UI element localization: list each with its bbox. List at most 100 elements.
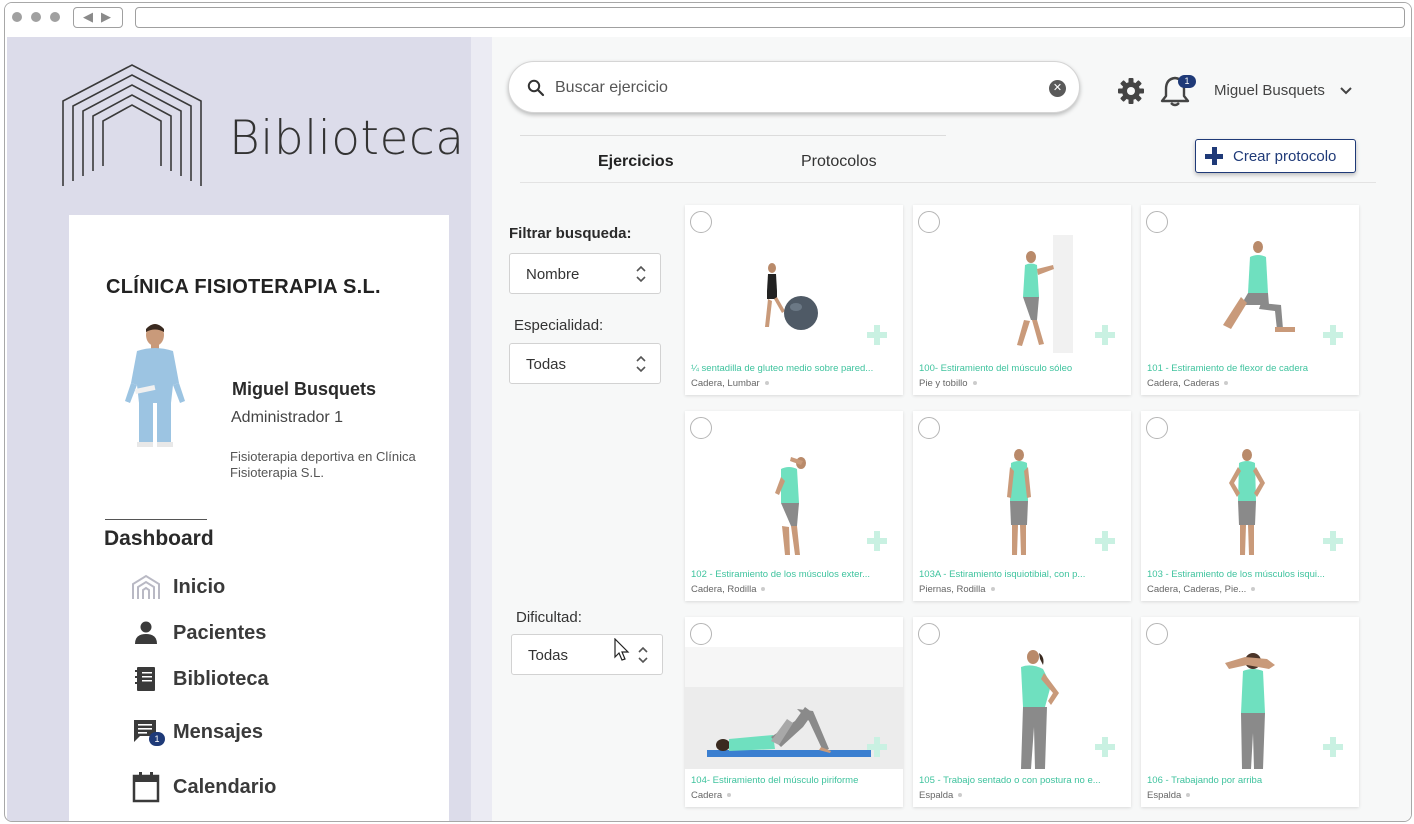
back-icon[interactable]: ◀ (83, 9, 93, 25)
url-bar[interactable] (135, 7, 1405, 28)
select-radio[interactable] (1146, 417, 1168, 439)
specialty-label: Especialidad: (514, 317, 604, 334)
sidebar-item-label: Calendario (173, 775, 277, 798)
select-radio[interactable] (690, 623, 712, 645)
book-icon (131, 664, 163, 694)
chevron-down-icon (1340, 86, 1352, 94)
sidebar-item-label: Inicio (173, 575, 226, 598)
sidebar-item-pacientes[interactable]: Pacientes (131, 618, 266, 648)
exercise-card[interactable]: 101 - Estiramiento de flexor de cadera C… (1141, 205, 1359, 395)
select-radio[interactable] (690, 211, 712, 233)
sidebar: Biblioteca CLÍNICA FISIOTERAPIA S.L. Mig… (7, 37, 471, 821)
select-radio[interactable] (1146, 211, 1168, 233)
notification-badge: 1 (1178, 75, 1196, 88)
tab-ejercicios[interactable]: Ejercicios (598, 153, 674, 171)
add-icon[interactable] (1095, 737, 1115, 757)
exercise-tags: Piernas, Rodilla (919, 584, 995, 595)
search-bar: ✕ (508, 61, 1080, 113)
person-icon (131, 618, 163, 648)
select-radio[interactable] (690, 417, 712, 439)
exercise-tags: Pie y tobillo (919, 378, 977, 389)
user-description: Fisioterapia deportiva en Clínica Fisiot… (230, 449, 416, 480)
add-icon[interactable] (867, 531, 887, 551)
add-icon[interactable] (1323, 325, 1343, 345)
window-dot (50, 12, 60, 22)
select-radio[interactable] (918, 417, 940, 439)
exercise-title: 103A - Estiramiento isquiotibial, con p.… (919, 569, 1086, 580)
specialty-value: Todas (526, 356, 567, 373)
profile-card: CLÍNICA FISIOTERAPIA S.L. Miguel Busquet… (69, 215, 449, 821)
clinic-name: CLÍNICA FISIOTERAPIA S.L. (106, 276, 381, 298)
exercise-title: 104- Estiramiento del músculo piriforme (691, 775, 859, 786)
exercise-tags: Cadera, Lumbar (691, 378, 769, 389)
main-content: ✕ 1 Miguel Busquets (492, 37, 1411, 821)
specialty-select[interactable]: Todas (509, 343, 661, 384)
window-dot (12, 12, 22, 22)
add-icon[interactable] (1095, 325, 1115, 345)
add-icon[interactable] (867, 737, 887, 757)
tabs-divider (520, 182, 1376, 183)
sidebar-item-inicio[interactable]: Inicio (131, 572, 225, 602)
exercise-tags: Cadera (691, 790, 732, 801)
exercise-title: 102 - Estiramiento de los músculos exter… (691, 569, 870, 580)
calendar-icon (131, 772, 163, 803)
user-role: Administrador 1 (231, 409, 344, 426)
exercise-card[interactable]: 103A - Estiramiento isquiotibial, con p.… (913, 411, 1131, 601)
add-icon[interactable] (1323, 531, 1343, 551)
search-input[interactable] (555, 76, 1035, 100)
exercise-title: ¼ sentadilla de gluteo medio sobre pared… (691, 363, 874, 374)
exercise-card[interactable]: 102 - Estiramiento de los músculos exter… (685, 411, 903, 601)
browser-chrome: ◀ ▶ (5, 3, 1411, 37)
browser-window: ◀ ▶ Biblioteca CLÍNICA FISIOTERAPIA S.L. (4, 2, 1412, 822)
updown-icon (636, 355, 646, 373)
exercise-card[interactable]: 105 - Trabajo sentado o con postura no e… (913, 617, 1131, 807)
select-radio[interactable] (1146, 623, 1168, 645)
sidebar-item-calendario[interactable]: Calendario (131, 772, 277, 803)
difficulty-select[interactable]: Todas (511, 634, 663, 675)
divider (105, 519, 207, 520)
account-menu[interactable]: Miguel Busquets (1214, 82, 1353, 99)
page-title: Biblioteca (229, 111, 465, 166)
select-radio[interactable] (918, 211, 940, 233)
avatar (125, 324, 185, 447)
home-icon (131, 572, 163, 602)
add-icon[interactable] (867, 325, 887, 345)
exercise-tags: Espalda (1147, 790, 1191, 801)
sidebar-item-label: Biblioteca (173, 667, 269, 690)
exercise-card[interactable]: 100- Estiramiento del músculo sóleo Pie … (913, 205, 1131, 395)
exercise-title: 101 - Estiramiento de flexor de cadera (1147, 363, 1309, 374)
gear-icon[interactable] (1117, 77, 1145, 105)
add-icon[interactable] (1323, 737, 1343, 757)
exercise-card[interactable]: 104- Estiramiento del músculo piriforme … (685, 617, 903, 807)
create-protocol-label: Crear protocolo (1233, 147, 1337, 165)
logo-icon (62, 64, 202, 186)
dashboard-heading: Dashboard (104, 527, 214, 550)
account-name: Miguel Busquets (1214, 82, 1325, 99)
sort-value: Nombre (526, 266, 580, 283)
add-icon[interactable] (1095, 531, 1115, 551)
nav-buttons: ◀ ▶ (73, 7, 123, 28)
tabs-divider (520, 135, 946, 136)
create-protocol-button[interactable]: Crear protocolo (1195, 139, 1356, 173)
exercise-card[interactable]: 106 - Trabajando por arriba Espalda (1141, 617, 1359, 807)
exercise-title: 105 - Trabajo sentado o con postura no e… (919, 775, 1101, 786)
tab-protocolos[interactable]: Protocolos (801, 153, 877, 171)
sort-select[interactable]: Nombre (509, 253, 661, 294)
select-radio[interactable] (918, 623, 940, 645)
window-dot (31, 12, 41, 22)
sidebar-item-mensajes[interactable]: 1 Mensajes (131, 717, 263, 747)
search-icon (527, 79, 545, 97)
exercise-tags: Espalda (919, 790, 963, 801)
exercise-card[interactable]: ¼ sentadilla de gluteo medio sobre pared… (685, 205, 903, 395)
mouse-cursor-icon (614, 638, 630, 661)
clear-search-icon[interactable]: ✕ (1049, 80, 1066, 97)
sidebar-gutter (471, 37, 492, 821)
updown-icon (638, 646, 648, 664)
sidebar-item-biblioteca[interactable]: Biblioteca (131, 664, 269, 694)
exercise-card[interactable]: 103 - Estiramiento de los músculos isqui… (1141, 411, 1359, 601)
forward-icon[interactable]: ▶ (101, 9, 111, 25)
message-badge: 1 (149, 732, 165, 746)
difficulty-value: Todas (528, 647, 569, 664)
plus-icon (1204, 146, 1224, 166)
sidebar-item-label: Mensajes (173, 720, 264, 743)
